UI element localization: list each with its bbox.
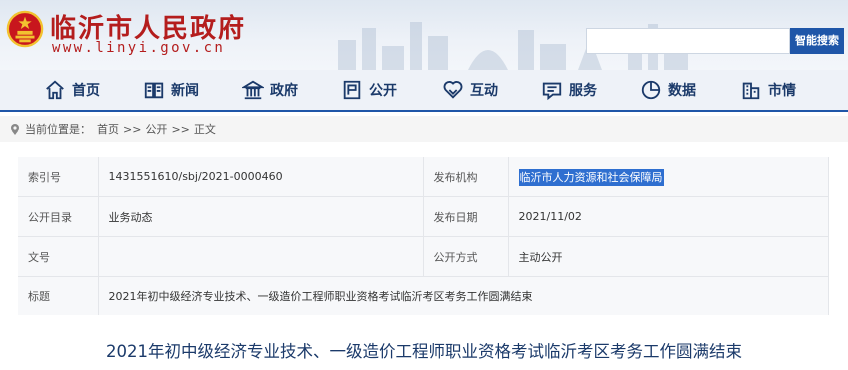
home-icon <box>46 80 64 100</box>
title-value: 2021年初中级经济专业技术、一级造价工程师职业资格考试临沂考区考务工作圆满结束 <box>98 276 829 315</box>
nav-item-news[interactable]: 新闻 <box>143 70 199 110</box>
breadcrumb-separator: >> <box>171 122 190 136</box>
location-pin-icon <box>11 124 19 135</box>
nav-item-data[interactable]: 数据 <box>640 70 696 110</box>
service-icon <box>542 82 562 101</box>
breadcrumb-disclosure[interactable]: 公开 <box>145 121 167 137</box>
article-title: 2021年初中级经济专业技术、一级造价工程师职业资格考试临沂考区考务工作圆满结束 <box>106 342 742 361</box>
nav-label: 市情 <box>768 83 796 99</box>
mode-label: 公开方式 <box>423 236 509 277</box>
nav-item-interaction[interactable]: 互动 <box>442 70 498 110</box>
catalog-value: 业务动态 <box>98 196 424 237</box>
nav-label: 公开 <box>369 83 397 99</box>
breadcrumb-prefix: 当前位置是： <box>25 123 91 136</box>
nav-label: 互动 <box>470 83 498 99</box>
date-label: 发布日期 <box>423 196 509 237</box>
site-header: 临沂市人民政府 www.linyi.gov.cn 智能搜索 <box>0 0 848 70</box>
disclosure-icon <box>343 80 361 100</box>
government-icon <box>242 80 264 100</box>
breadcrumb-separator: >> <box>123 122 142 136</box>
national-emblem-icon <box>6 10 44 48</box>
table-row: 公开目录 业务动态 发布日期 2021/11/02 <box>18 196 829 237</box>
document-info-table: 索引号 1431551610/sbj/2021-0000460 发布机构 临沂市… <box>18 157 829 315</box>
publisher-cell: 临沂市人力资源和社会保障局 <box>508 157 829 197</box>
breadcrumb-home[interactable]: 首页 <box>97 121 119 137</box>
main-nav: 首页 新闻 政府 公开 互动 服务 数据 市情 <box>0 70 848 112</box>
index-label: 索引号 <box>18 157 99 197</box>
table-row: 索引号 1431551610/sbj/2021-0000460 发布机构 临沂市… <box>18 157 829 197</box>
nav-item-government[interactable]: 政府 <box>242 70 298 110</box>
docno-value <box>98 236 424 277</box>
catalog-label: 公开目录 <box>18 196 99 237</box>
nav-label: 新闻 <box>171 83 199 99</box>
publisher-label: 发布机构 <box>423 157 509 197</box>
nav-label: 首页 <box>72 83 100 99</box>
nav-item-disclosure[interactable]: 公开 <box>341 70 397 110</box>
nav-item-home[interactable]: 首页 <box>44 70 100 110</box>
site-url: www.linyi.gov.cn <box>52 40 226 56</box>
docno-label: 文号 <box>18 236 99 277</box>
index-value: 1431551610/sbj/2021-0000460 <box>98 157 424 197</box>
nav-label: 政府 <box>270 83 298 99</box>
interaction-icon <box>443 81 463 99</box>
table-row: 文号 公开方式 主动公开 <box>18 236 829 277</box>
nav-item-city[interactable]: 市情 <box>740 70 796 110</box>
mode-value: 主动公开 <box>508 236 829 277</box>
date-value: 2021/11/02 <box>508 196 829 237</box>
nav-item-service[interactable]: 服务 <box>541 70 597 110</box>
news-icon <box>144 82 164 99</box>
table-row: 标题 2021年初中级经济专业技术、一级造价工程师职业资格考试临沂考区考务工作圆… <box>18 276 829 315</box>
publisher-value: 临沂市人力资源和社会保障局 <box>518 168 664 186</box>
breadcrumb-current: 正文 <box>193 123 216 136</box>
search-input[interactable] <box>586 28 790 54</box>
nav-label: 服务 <box>569 83 597 99</box>
nav-label: 数据 <box>668 83 696 99</box>
data-icon <box>641 80 661 100</box>
city-icon <box>742 82 760 100</box>
title-label: 标题 <box>18 276 99 315</box>
breadcrumb: 当前位置是： 首页 >> 公开 >> 正文 <box>0 116 848 142</box>
smart-search-button[interactable]: 智能搜索 <box>790 28 844 54</box>
